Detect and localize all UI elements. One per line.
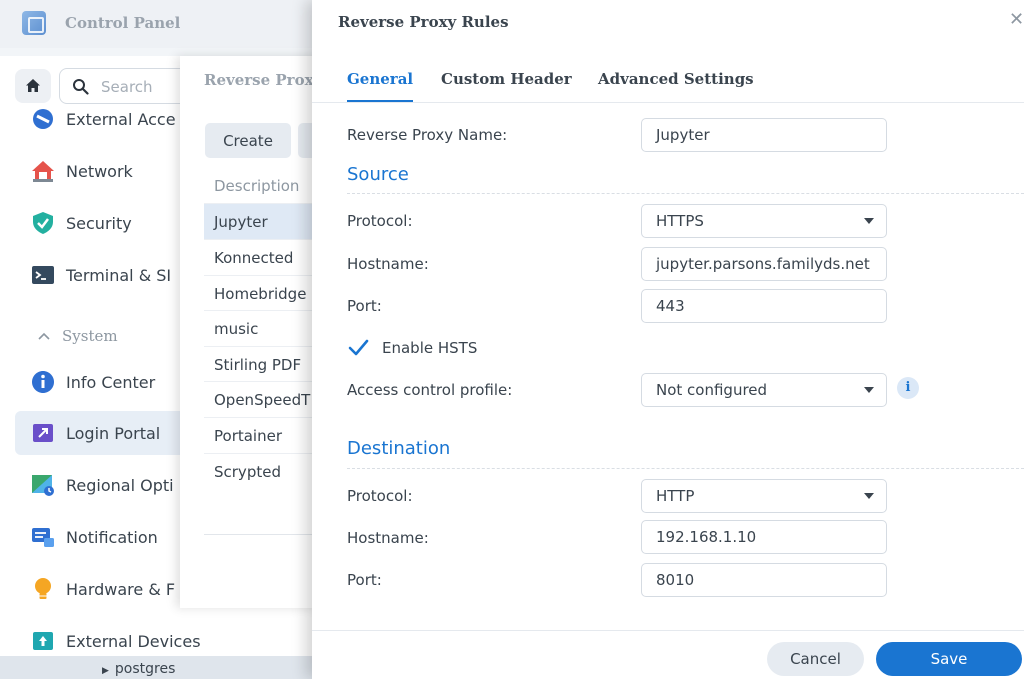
table-row[interactable]: Stirling PDF — [204, 346, 314, 382]
enable-hsts-label[interactable]: Enable HSTS — [382, 339, 477, 357]
chevron-up-icon — [38, 332, 50, 340]
destination-protocol-select[interactable]: HTTP — [641, 479, 887, 513]
control-panel-title: Control Panel — [65, 14, 181, 32]
search-placeholder: Search — [101, 78, 153, 96]
control-panel-app-icon — [22, 11, 46, 35]
reverse-proxy-rules-dialog: Reverse Proxy Rules ✕ General Custom Hea… — [312, 0, 1024, 679]
list-divider — [204, 534, 314, 535]
table-row[interactable]: Konnected — [204, 239, 314, 275]
control-panel-titlebar: Control Panel — [0, 0, 312, 48]
destination-hostname-label: Hostname: — [347, 529, 429, 547]
source-hostname-label: Hostname: — [347, 255, 429, 273]
tab-advanced-settings[interactable]: Advanced Settings — [598, 70, 754, 88]
destination-hostname-input[interactable]: 192.168.1.10 — [641, 520, 887, 554]
destination-section-title: Destination — [347, 438, 451, 459]
create-button[interactable]: Create — [205, 123, 291, 158]
source-port-input[interactable]: 443 — [641, 289, 887, 323]
sidebar-item-label: Security — [66, 213, 132, 233]
destination-section-divider — [347, 468, 1024, 469]
table-row[interactable]: Homebridge — [204, 275, 314, 311]
section-header-label: System — [62, 327, 118, 345]
dialog-title: Reverse Proxy Rules — [338, 13, 509, 31]
login-portal-icon — [33, 424, 53, 442]
notification-icon — [32, 528, 54, 547]
sidebar-item-label: Notification — [66, 527, 158, 547]
access-control-profile-select[interactable]: Not configured — [641, 373, 887, 407]
lightbulb-icon — [35, 578, 51, 599]
regional-options-icon — [32, 475, 54, 496]
tab-custom-header[interactable]: Custom Header — [441, 70, 572, 88]
source-protocol-select[interactable]: HTTPS — [641, 204, 887, 238]
tree-item-postgres[interactable]: ▶ postgres — [102, 661, 175, 677]
source-port-label: Port: — [347, 297, 382, 315]
tab-bar: General Custom Header Advanced Settings — [312, 60, 1024, 103]
table-row[interactable]: OpenSpeedT — [204, 381, 314, 417]
caret-down-icon — [864, 218, 874, 224]
table-row[interactable]: Jupyter — [204, 203, 314, 239]
access-control-profile-value: Not configured — [656, 381, 768, 399]
tab-general[interactable]: General — [347, 70, 414, 102]
sidebar-item-label: Regional Opti — [66, 475, 174, 495]
sidebar-item-label: Terminal & SI — [66, 265, 172, 285]
caret-right-icon: ▶ — [102, 666, 109, 676]
source-protocol-label: Protocol: — [347, 212, 413, 230]
sidebar-item-label: External Devices — [66, 631, 201, 651]
table-row[interactable]: Portainer — [204, 417, 314, 453]
sidebar-item-label: Network — [66, 161, 133, 181]
sidebar-item-label: Login Portal — [66, 423, 161, 443]
sidebar-item-label: Hardware & F — [66, 579, 176, 599]
search-icon — [73, 79, 89, 95]
checkmark-icon — [348, 339, 369, 356]
network-house-icon — [32, 161, 54, 182]
tree-item-label: postgres — [114, 661, 176, 677]
terminal-icon — [32, 266, 54, 284]
shield-check-icon — [33, 212, 53, 234]
save-button[interactable]: Save — [876, 642, 1022, 676]
caret-down-icon — [864, 387, 874, 393]
enable-hsts-checkbox[interactable] — [347, 337, 369, 359]
info-icon[interactable]: i — [897, 377, 919, 399]
caret-down-icon — [864, 493, 874, 499]
cancel-button[interactable]: Cancel — [767, 642, 864, 676]
home-icon — [26, 79, 40, 92]
source-section-divider — [347, 193, 1024, 194]
sidebar-item-label: Info Center — [66, 372, 156, 392]
external-devices-icon — [33, 632, 53, 650]
source-section-title: Source — [347, 164, 409, 185]
access-control-profile-label: Access control profile: — [347, 381, 513, 399]
reverse-proxy-name-label: Reverse Proxy Name: — [347, 126, 508, 144]
table-row[interactable]: music — [204, 310, 314, 346]
sidebar-item-label: External Acce — [66, 109, 176, 129]
destination-protocol-label: Protocol: — [347, 487, 413, 505]
destination-protocol-value: HTTP — [656, 487, 695, 505]
section-header-system[interactable]: System — [38, 327, 118, 345]
description-column-header[interactable]: Description — [214, 177, 299, 195]
source-protocol-value: HTTPS — [656, 212, 704, 230]
info-icon — [32, 371, 54, 393]
destination-port-input[interactable]: 8010 — [641, 563, 887, 597]
reverse-proxy-name-input[interactable]: Jupyter — [641, 118, 887, 152]
external-access-icon — [33, 109, 53, 129]
close-icon[interactable]: ✕ — [1009, 11, 1024, 29]
reverse-proxy-list-title: Reverse Prox — [204, 71, 314, 89]
destination-port-label: Port: — [347, 571, 382, 589]
table-row[interactable]: Scrypted — [204, 453, 314, 489]
source-hostname-input[interactable]: jupyter.parsons.familyds.net — [641, 247, 887, 281]
